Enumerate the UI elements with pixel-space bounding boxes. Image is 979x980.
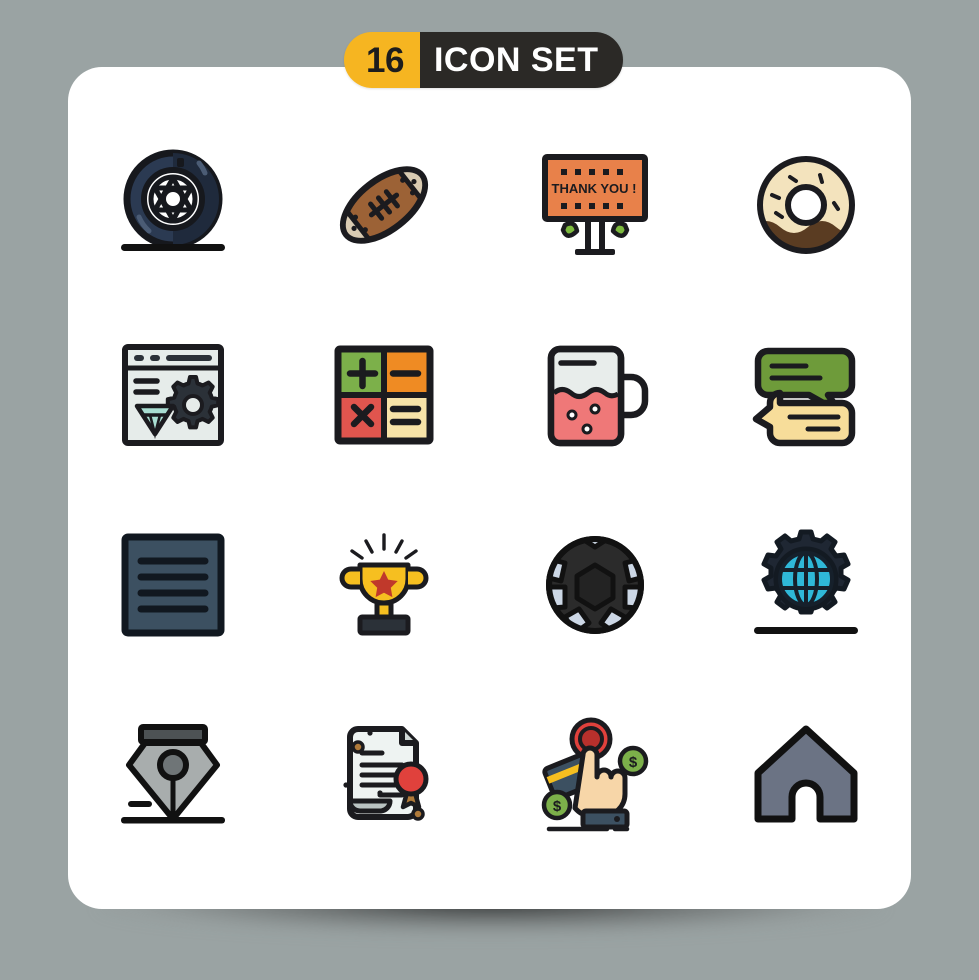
icon-cell-beer-mug[interactable] (490, 300, 701, 490)
svg-text:$: $ (553, 798, 562, 815)
thank-you-board-icon: THANK YOU ! (541, 154, 648, 255)
icon-cell-calculator-operations[interactable] (279, 300, 490, 490)
svg-text:$: $ (629, 754, 638, 771)
calculator-operations-icon (334, 345, 434, 445)
home-icon (754, 725, 858, 823)
beer-mug-icon (547, 345, 649, 447)
icon-count-label: 16 (344, 32, 420, 88)
american-football-icon (340, 166, 429, 244)
icon-cell-pay-per-click[interactable]: $ $ (490, 680, 701, 870)
soccer-ball-icon (545, 536, 644, 634)
icon-cell-donut[interactable] (700, 110, 911, 300)
chat-bubbles-icon (752, 347, 855, 447)
icon-grid: THANK YOU ! $ $ (68, 110, 911, 870)
icon-cell-web-design-settings[interactable] (68, 300, 279, 490)
icon-cell-certificate[interactable] (279, 680, 490, 870)
icon-cell-home[interactable] (700, 680, 911, 870)
page-title: ICON SET (419, 32, 623, 88)
icon-cell-american-football[interactable] (279, 110, 490, 300)
icon-cell-thank-you-board[interactable]: THANK YOU ! (490, 110, 701, 300)
icon-cell-tire-wheel[interactable] (68, 110, 279, 300)
icon-cell-pen-nib[interactable] (68, 680, 279, 870)
pen-nib-icon (121, 724, 226, 824)
icon-set-canvas: 16 ICON SET THANK YOU ! $ $ (0, 0, 979, 980)
menu-list-icon (121, 533, 225, 637)
icon-cell-trophy[interactable] (279, 490, 490, 680)
certificate-icon (343, 726, 429, 821)
pay-per-click-icon: $ $ (541, 717, 649, 832)
trophy-icon (339, 533, 429, 636)
icon-cell-chat-bubbles[interactable] (700, 300, 911, 490)
header-badge: 16 ICON SET (344, 32, 623, 88)
icon-cell-soccer-ball[interactable] (490, 490, 701, 680)
icon-cell-menu-list[interactable] (68, 490, 279, 680)
icon-cell-global-gear[interactable] (700, 490, 911, 680)
donut-icon (756, 156, 855, 254)
tire-wheel-icon (121, 149, 226, 251)
web-design-settings-icon (122, 344, 225, 446)
global-gear-icon (753, 529, 858, 634)
board-text: THANK YOU ! (551, 181, 636, 196)
